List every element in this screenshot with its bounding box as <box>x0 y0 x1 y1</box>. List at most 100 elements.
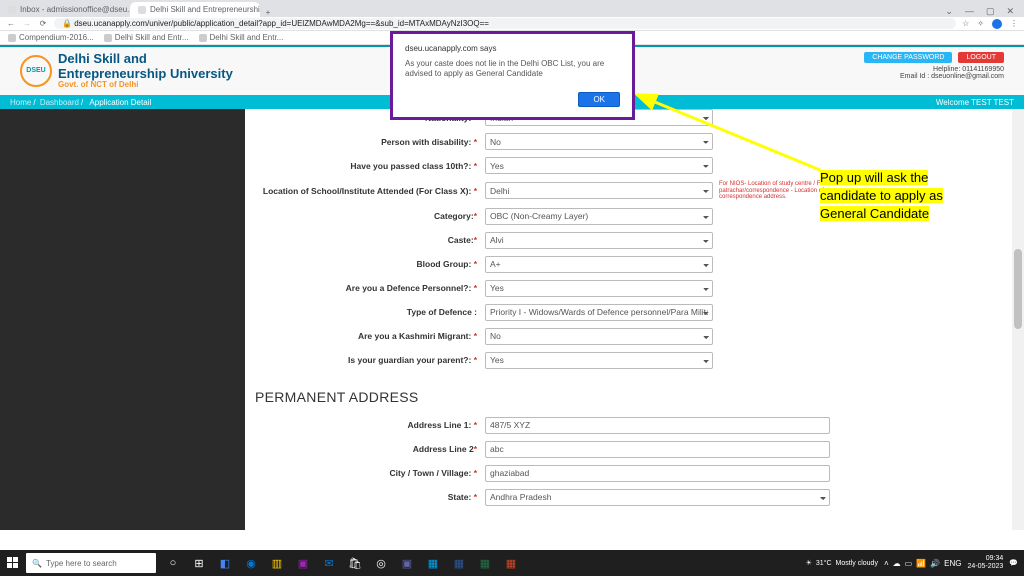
caste-select[interactable]: Alvi <box>485 232 713 249</box>
university-name-line1: Delhi Skill and <box>58 52 233 66</box>
tray-cloud-icon[interactable]: ☁ <box>893 559 901 568</box>
bookmark-label: Delhi Skill and Entr... <box>210 33 284 42</box>
schoolloc-hint: For NIOS- Location of study centre / For… <box>719 181 829 201</box>
taskbar-chrome-icon[interactable]: ◎ <box>368 550 394 576</box>
addr2-input[interactable] <box>485 441 830 458</box>
taskbar-explorer-icon[interactable]: ▥ <box>264 550 290 576</box>
tab-title: Delhi Skill and Entrepreneurship <box>150 5 260 14</box>
tab-title: Inbox - admissionoffice@dseu... <box>20 5 130 14</box>
bookmark-item[interactable]: Delhi Skill and Entr... <box>104 33 189 42</box>
chrome-menu-icon[interactable]: ⋮ <box>1010 19 1018 29</box>
logout-button[interactable]: LOGOUT <box>958 52 1004 63</box>
js-alert-dialog: dseu.ucanapply.com says As your caste do… <box>390 31 635 120</box>
windows-taskbar: 🔍 Type here to search ○ ⊞ ◧ ◉ ▥ ▣ ✉ 🛍 ◎ … <box>0 550 1024 576</box>
tray-meet-icon[interactable]: ▭ <box>905 559 913 568</box>
bookmark-item[interactable]: Delhi Skill and Entr... <box>199 33 284 42</box>
university-name-line2: Entrepreneurship University <box>58 67 233 81</box>
browser-tab-strip: Inbox - admissionoffice@dseu... Delhi Sk… <box>0 0 1024 17</box>
taskbar-outlook-icon[interactable]: ✉ <box>316 550 342 576</box>
start-button[interactable] <box>0 550 26 576</box>
alert-ok-button[interactable]: OK <box>578 92 620 107</box>
profile-avatar-icon[interactable] <box>992 19 1002 29</box>
scrollbar-thumb[interactable] <box>1014 249 1022 329</box>
state-select[interactable]: Andhra Pradesh <box>485 489 830 506</box>
defence-select[interactable]: Yes <box>485 280 713 297</box>
taskbar-excel-icon[interactable]: ▦ <box>472 550 498 576</box>
favicon <box>8 6 16 14</box>
class10-select[interactable]: Yes <box>485 157 713 174</box>
breadcrumb-home[interactable]: Home <box>10 98 31 107</box>
state-label: State: * <box>255 492 485 502</box>
caste-label: Caste:* <box>255 235 485 245</box>
favicon <box>138 6 146 14</box>
logo-icon: DSEU <box>20 55 52 87</box>
taskbar-app-icon[interactable]: ◧ <box>212 550 238 576</box>
notifications-icon[interactable]: 💬 <box>1009 559 1018 567</box>
tray-lang[interactable]: ENG <box>944 559 961 568</box>
kashmiri-label: Are you a Kashmiri Migrant: * <box>255 331 485 341</box>
addr2-label: Address Line 2* <box>255 444 485 454</box>
taskbar-app-icon[interactable]: ▣ <box>290 550 316 576</box>
vertical-scrollbar[interactable] <box>1012 109 1024 530</box>
welcome-user-text: Welcome TEST TEST <box>936 98 1014 107</box>
clock-date: 24-05-2023 <box>967 563 1003 571</box>
window-minimize-icon[interactable]: — <box>965 6 974 17</box>
window-maximize-icon[interactable]: ▢ <box>986 6 995 17</box>
city-input[interactable] <box>485 465 830 482</box>
lock-icon: 🔒 <box>62 19 72 28</box>
bookmark-favicon <box>199 34 207 42</box>
breadcrumb-dashboard[interactable]: Dashboard <box>40 98 79 107</box>
bookmark-item[interactable]: Compendium-2016... <box>8 33 94 42</box>
blood-select[interactable]: A+ <box>485 256 713 273</box>
nav-back-icon[interactable]: ← <box>6 19 16 28</box>
weather-icon: ☀ <box>806 559 812 567</box>
weather-temp: 31°C <box>816 560 832 567</box>
tray-volume-icon[interactable]: 🔊 <box>930 559 940 568</box>
taskbar-word-icon[interactable]: ▦ <box>446 550 472 576</box>
alert-title: dseu.ucanapply.com says <box>405 44 620 53</box>
new-tab-button[interactable]: + <box>260 8 276 17</box>
guardian-label: Is your guardian your parent?: * <box>255 355 485 365</box>
change-password-button[interactable]: CHANGE PASSWORD <box>864 52 952 63</box>
extensions-icon[interactable]: ✧ <box>977 19 984 29</box>
url-text: dseu.ucanapply.com/univer/public/applica… <box>74 19 489 28</box>
permanent-address-heading: Permanent Address <box>255 389 1002 405</box>
nav-reload-icon[interactable]: ⟳ <box>38 19 48 28</box>
nav-forward-icon[interactable]: → <box>22 19 32 28</box>
taskbar-app-icon[interactable]: ▦ <box>420 550 446 576</box>
guardian-select[interactable]: Yes <box>485 352 713 369</box>
search-icon: 🔍 <box>32 559 42 568</box>
university-logo-block: DSEU Delhi Skill and Entrepreneurship Un… <box>20 52 233 89</box>
schoolloc-label: Location of School/Institute Attended (F… <box>255 186 485 196</box>
pwd-label: Person with disability: * <box>255 137 485 147</box>
window-chevron-icon[interactable]: ⌄ <box>945 6 953 17</box>
taskbar-teams-icon[interactable]: ▣ <box>394 550 420 576</box>
deftype-select[interactable]: Priority I - Widows/Wards of Defence per… <box>485 304 713 321</box>
university-govt-line: Govt. of NCT of Delhi <box>58 81 233 90</box>
addr1-input[interactable] <box>485 417 830 434</box>
category-label: Category:* <box>255 211 485 221</box>
browser-tab-active[interactable]: Delhi Skill and Entrepreneurship × <box>130 2 260 17</box>
bookmark-star-icon[interactable]: ☆ <box>962 19 969 29</box>
taskbar-clock[interactable]: 09:34 24-05-2023 <box>967 555 1003 570</box>
bookmark-favicon <box>8 34 16 42</box>
kashmiri-select[interactable]: No <box>485 328 713 345</box>
taskbar-edge-icon[interactable]: ◉ <box>238 550 264 576</box>
pwd-select[interactable]: No <box>485 133 713 150</box>
category-select[interactable]: OBC (Non-Creamy Layer) <box>485 208 713 225</box>
schoolloc-select[interactable]: Delhi <box>485 182 713 199</box>
tray-chevron-icon[interactable]: ˄ <box>884 559 889 568</box>
taskbar-search-input[interactable]: 🔍 Type here to search <box>26 553 156 573</box>
taskbar-cortana-icon[interactable]: ○ <box>160 550 186 576</box>
url-input[interactable]: 🔒 dseu.ucanapply.com/univer/public/appli… <box>54 18 956 29</box>
taskbar-weather[interactable]: ☀ 31°C Mostly cloudy <box>806 559 878 567</box>
tray-wifi-icon[interactable]: 📶 <box>916 559 926 568</box>
defence-label: Are you a Defence Personnel?: * <box>255 283 485 293</box>
taskbar-taskview-icon[interactable]: ⊞ <box>186 550 212 576</box>
bookmark-label: Compendium-2016... <box>19 33 94 42</box>
window-close-icon[interactable]: ✕ <box>1006 6 1014 17</box>
bookmark-label: Delhi Skill and Entr... <box>115 33 189 42</box>
taskbar-store-icon[interactable]: 🛍 <box>342 550 368 576</box>
browser-tab-inactive[interactable]: Inbox - admissionoffice@dseu... <box>0 2 130 17</box>
taskbar-powerpoint-icon[interactable]: ▦ <box>498 550 524 576</box>
